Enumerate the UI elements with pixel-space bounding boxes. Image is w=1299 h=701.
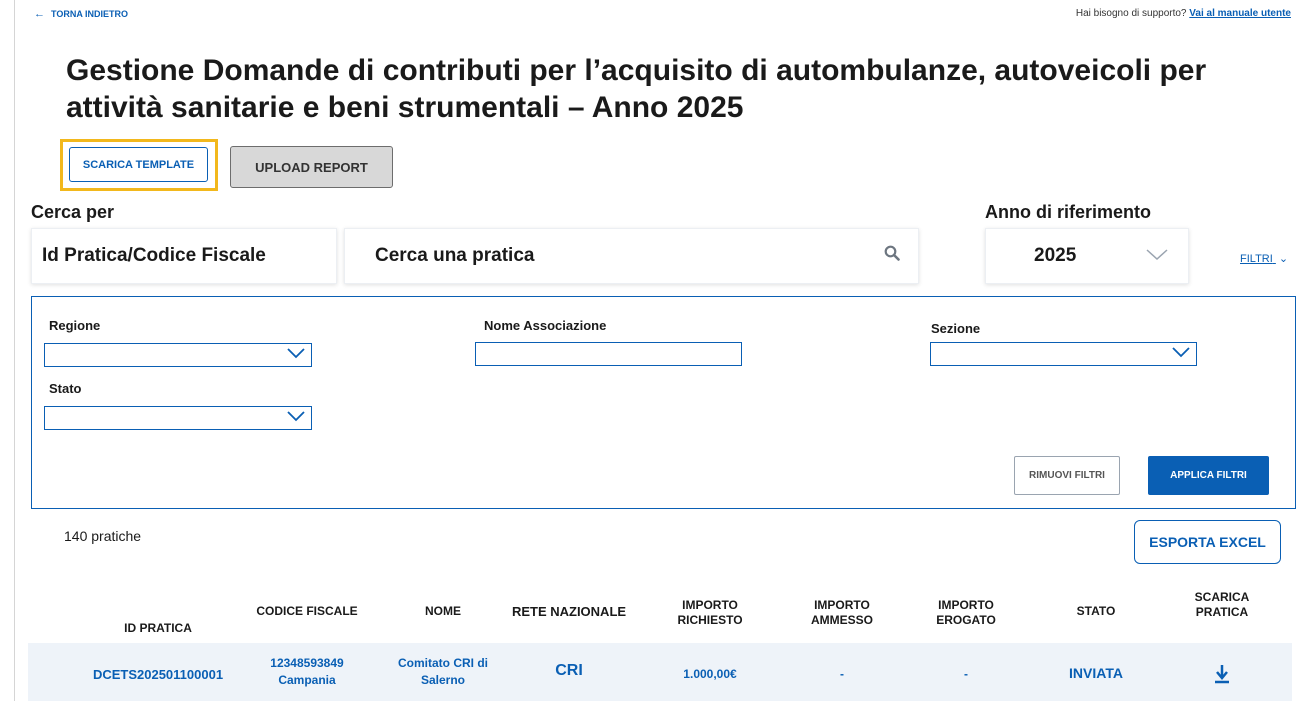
cell-nome-line1: Comitato CRI di bbox=[398, 656, 488, 670]
upload-report-button[interactable]: UPLOAD REPORT bbox=[230, 146, 393, 188]
sezione-select[interactable] bbox=[930, 342, 1197, 366]
header-importo-richiesto: IMPORTO RICHIESTO bbox=[677, 598, 742, 628]
arrow-left-icon: ← bbox=[34, 8, 45, 20]
header-importo-erogato-line1: IMPORTO bbox=[938, 598, 994, 612]
cell-codice-fiscale: 12348593849 Campania bbox=[270, 655, 343, 689]
header-nome: NOME bbox=[425, 604, 461, 618]
help-question: Hai bisogno di supporto? bbox=[1075, 8, 1187, 19]
remove-filters-button[interactable]: RIMUOVI FILTRI bbox=[1014, 456, 1120, 495]
header-scarica-pratica-line1: SCARICA bbox=[1194, 590, 1250, 604]
stato-select[interactable] bbox=[44, 406, 312, 430]
header-id-pratica: ID PRATICA bbox=[124, 621, 192, 635]
filters-toggle[interactable]: FILTRI ⌄ bbox=[1240, 252, 1288, 265]
apply-filters-button[interactable]: APPLICA FILTRI bbox=[1148, 456, 1269, 495]
chevron-down-icon: ⌄ bbox=[1278, 253, 1289, 265]
nome-associazione-input[interactable] bbox=[475, 342, 742, 366]
header-rete-nazionale: RETE NAZIONALE bbox=[511, 604, 627, 619]
header-importo-richiesto-line2: RICHIESTO bbox=[677, 613, 743, 627]
results-count: 140 pratiche bbox=[64, 528, 142, 544]
search-type-value: Id Pratica/Codice Fiscale bbox=[42, 245, 266, 266]
cell-codice-fiscale-code: 12348593849 bbox=[270, 656, 344, 670]
header-importo-richiesto-line1: IMPORTO bbox=[682, 598, 738, 612]
year-select[interactable]: 2025 bbox=[985, 228, 1189, 284]
search-icon[interactable] bbox=[884, 245, 900, 267]
header-importo-ammesso-line2: AMMESSO bbox=[810, 613, 874, 627]
year-value: 2025 bbox=[1034, 245, 1077, 266]
search-placeholder: Cerca una pratica bbox=[375, 245, 535, 266]
cell-importo-richiesto: 1.000,00€ bbox=[683, 667, 737, 681]
cell-importo-ammesso: - bbox=[840, 667, 844, 681]
cell-id-pratica[interactable]: DCETS202501100001 bbox=[93, 666, 223, 683]
nome-associazione-label: Nome Associazione bbox=[484, 318, 607, 333]
search-by-label: Cerca per bbox=[31, 202, 115, 222]
export-excel-button[interactable]: ESPORTA EXCEL bbox=[1134, 520, 1281, 564]
header-importo-erogato: IMPORTO EROGATO bbox=[936, 598, 996, 628]
cell-nome-line2: Salerno bbox=[420, 673, 465, 687]
chevron-down-icon bbox=[287, 346, 305, 364]
cell-nome: Comitato CRI di Salerno bbox=[398, 655, 488, 689]
download-icon[interactable] bbox=[1214, 664, 1230, 689]
download-template-button[interactable]: SCARICA TEMPLATE bbox=[69, 147, 208, 182]
search-type-select[interactable]: Id Pratica/Codice Fiscale bbox=[31, 228, 337, 284]
header-importo-erogato-line2: EROGATO bbox=[936, 613, 996, 627]
manual-link[interactable]: Vai al manuale utente bbox=[1189, 8, 1291, 19]
back-link[interactable]: ← TORNA INDIETRO bbox=[34, 8, 128, 20]
cell-rete-nazionale: CRI bbox=[555, 662, 583, 679]
window-edge bbox=[14, 0, 15, 701]
regione-label: Regione bbox=[49, 318, 101, 333]
cell-stato: INVIATA bbox=[1069, 665, 1123, 681]
header-stato: STATO bbox=[1076, 604, 1116, 618]
stato-label: Stato bbox=[49, 381, 82, 396]
help-text: Hai bisogno di supporto? Vai al manuale … bbox=[1076, 8, 1291, 19]
header-scarica-pratica-line2: PRATICA bbox=[1195, 605, 1249, 619]
header-scarica-pratica: SCARICA PRATICA bbox=[1195, 590, 1250, 620]
year-label: Anno di riferimento bbox=[985, 202, 1151, 222]
search-input[interactable]: Cerca una pratica bbox=[344, 228, 919, 284]
regione-select[interactable] bbox=[44, 343, 312, 367]
sezione-label: Sezione bbox=[931, 321, 981, 336]
header-importo-ammesso-line1: IMPORTO bbox=[814, 598, 870, 612]
filters-toggle-label: FILTRI bbox=[1240, 253, 1273, 265]
back-label: TORNA INDIETRO bbox=[51, 9, 129, 19]
cell-codice-fiscale-region: Campania bbox=[278, 673, 336, 687]
chevron-down-icon bbox=[1146, 245, 1168, 267]
header-codice-fiscale: CODICE FISCALE bbox=[256, 604, 358, 618]
chevron-down-icon bbox=[287, 409, 305, 427]
cell-importo-erogato: - bbox=[964, 667, 968, 681]
page-title: Gestione Domande di contributi per l’acq… bbox=[66, 54, 1207, 124]
chevron-down-icon bbox=[1172, 345, 1190, 363]
header-importo-ammesso: IMPORTO AMMESSO bbox=[811, 598, 873, 628]
